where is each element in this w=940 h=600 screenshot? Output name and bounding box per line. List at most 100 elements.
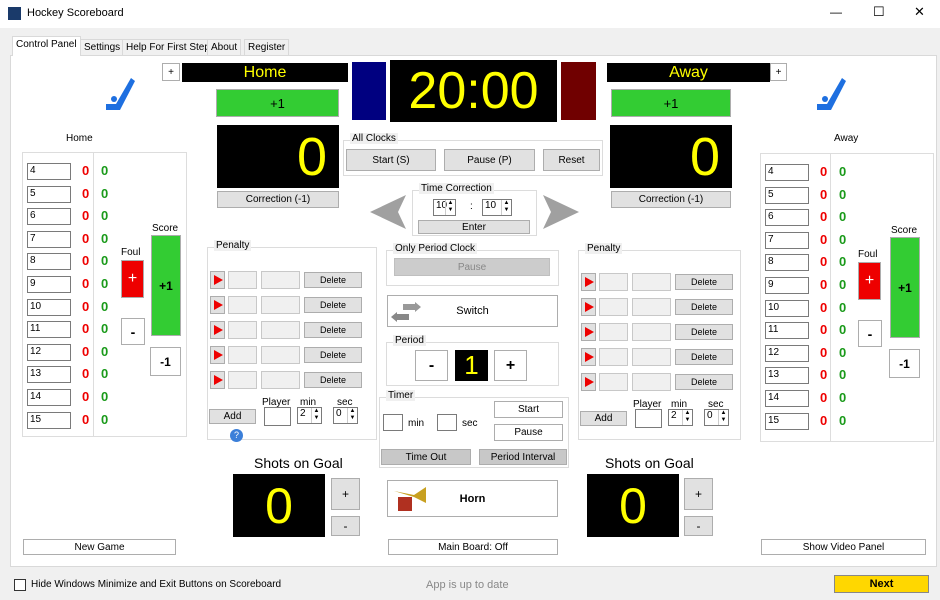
- timer-seconds-input[interactable]: [437, 414, 457, 431]
- away-player-goals: 0: [839, 390, 847, 405]
- away-correction-button[interactable]: Correction (-1): [611, 191, 731, 208]
- home-penalty-play-icon[interactable]: [210, 296, 225, 314]
- home-player-number-input[interactable]: 13: [27, 366, 71, 384]
- time-out-button[interactable]: Time Out: [381, 449, 471, 465]
- home-player-number-input[interactable]: 4: [27, 163, 71, 180]
- home-penalty-delete-button[interactable]: Delete: [304, 297, 362, 313]
- correction-minutes-spinner[interactable]: 10 ▲ ▼: [433, 199, 456, 216]
- enter-correction-button[interactable]: Enter: [418, 220, 530, 234]
- arrow-left-icon[interactable]: [370, 195, 406, 229]
- away-penalty-play-icon[interactable]: [581, 273, 596, 291]
- away-foul-plus-button[interactable]: +: [858, 262, 881, 300]
- home-player-number-input[interactable]: 6: [27, 208, 71, 226]
- help-icon[interactable]: ?: [230, 429, 243, 442]
- away-score-plus-button[interactable]: +1: [890, 237, 920, 338]
- away-player-number-input[interactable]: 11: [765, 322, 809, 340]
- home-shots-minus-button[interactable]: -: [331, 516, 360, 536]
- timer-start-button[interactable]: Start: [494, 401, 563, 418]
- horn-button[interactable]: Horn: [387, 480, 558, 517]
- home-foul-minus-button[interactable]: -: [121, 318, 145, 345]
- home-penalty-min-spinner[interactable]: 2 ▲ ▼: [297, 407, 322, 424]
- pause-clocks-button[interactable]: Pause (P): [444, 149, 535, 171]
- away-player-number-input[interactable]: 14: [765, 390, 809, 407]
- home-penalty-play-icon[interactable]: [210, 271, 225, 289]
- away-penalty-player-input[interactable]: [635, 409, 662, 428]
- away-player-number-input[interactable]: 12: [765, 344, 809, 362]
- away-penalty-delete-button[interactable]: Delete: [675, 299, 733, 315]
- home-player-fouls: 0: [82, 411, 90, 427]
- home-player-number-input[interactable]: 10: [27, 298, 71, 316]
- start-clocks-button[interactable]: Start (S): [346, 149, 436, 171]
- home-player-number-input[interactable]: 5: [27, 185, 71, 203]
- home-player-number-input[interactable]: 12: [27, 343, 71, 361]
- away-penalty-play-icon[interactable]: [581, 348, 596, 366]
- period-minus-button[interactable]: -: [415, 350, 448, 381]
- home-penalty-delete-button[interactable]: Delete: [304, 322, 362, 338]
- new-game-button[interactable]: New Game: [23, 539, 176, 555]
- main-board-button[interactable]: Main Board: Off: [388, 539, 558, 555]
- home-foul-plus-button[interactable]: +: [121, 260, 144, 298]
- next-button[interactable]: Next: [834, 575, 929, 593]
- home-shots-plus-button[interactable]: +: [331, 478, 360, 510]
- home-player-number-input[interactable]: 7: [27, 230, 71, 248]
- away-shots-minus-button[interactable]: -: [684, 516, 713, 536]
- away-player-number-input[interactable]: 15: [765, 412, 809, 430]
- home-name-plus-button[interactable]: +: [162, 63, 180, 81]
- home-penalty-delete-button[interactable]: Delete: [304, 272, 362, 288]
- home-player-number-input[interactable]: 11: [27, 321, 71, 339]
- away-penalty-add-button[interactable]: Add: [580, 411, 627, 426]
- switch-button[interactable]: Switch: [387, 295, 558, 327]
- arrow-right-icon[interactable]: [543, 195, 579, 229]
- away-penalty-play-icon[interactable]: [581, 373, 596, 391]
- away-hockey-stick-icon: [817, 78, 846, 110]
- away-penalty-delete-button[interactable]: Delete: [675, 374, 733, 390]
- period-clock-pause-button[interactable]: Pause: [394, 258, 550, 276]
- correction-seconds-spinner[interactable]: 10 ▲ ▼: [482, 199, 512, 216]
- away-player-number-input[interactable]: 5: [765, 186, 809, 204]
- home-correction-button[interactable]: Correction (-1): [217, 191, 339, 208]
- home-penalty-player-input[interactable]: [264, 407, 291, 426]
- away-player-number-input[interactable]: 4: [765, 164, 809, 181]
- away-penalty-min-spinner[interactable]: 2 ▲ ▼: [668, 409, 693, 426]
- away-score-minus-button[interactable]: -1: [889, 349, 920, 378]
- away-penalty-play-icon[interactable]: [581, 298, 596, 316]
- show-video-panel-button[interactable]: Show Video Panel: [761, 539, 926, 555]
- away-player-number-input[interactable]: 10: [765, 299, 809, 317]
- home-penalty-play-icon[interactable]: [210, 321, 225, 339]
- home-color-swatch[interactable]: [352, 62, 386, 120]
- hide-buttons-checkbox[interactable]: [14, 579, 26, 591]
- away-player-number-input[interactable]: 13: [765, 367, 809, 385]
- home-player-number-input[interactable]: 15: [27, 411, 71, 429]
- away-penalty-sec-spinner[interactable]: 0 ▲ ▼: [704, 409, 729, 426]
- away-player-number-input[interactable]: 9: [765, 277, 809, 294]
- away-goal-plus-button[interactable]: +1: [611, 89, 731, 117]
- home-goal-plus-button[interactable]: +1: [216, 89, 339, 117]
- away-shots-plus-button[interactable]: +: [684, 478, 713, 510]
- away-foul-minus-button[interactable]: -: [858, 320, 882, 347]
- away-penalty-play-icon[interactable]: [581, 323, 596, 341]
- home-player-number-input[interactable]: 9: [27, 276, 71, 293]
- away-penalty-delete-button[interactable]: Delete: [675, 349, 733, 365]
- home-penalty-sec-spinner[interactable]: 0 ▲ ▼: [333, 407, 358, 424]
- away-player-number-input[interactable]: 7: [765, 231, 809, 249]
- home-penalty-play-icon[interactable]: [210, 371, 225, 389]
- home-penalty-play-icon[interactable]: [210, 346, 225, 364]
- away-player-number-input[interactable]: 8: [765, 254, 809, 272]
- period-interval-button[interactable]: Period Interval: [479, 449, 567, 465]
- home-penalty-add-button[interactable]: Add: [209, 409, 256, 424]
- home-player-number-input[interactable]: 14: [27, 389, 71, 406]
- home-score-minus-button[interactable]: -1: [150, 347, 181, 376]
- timer-pause-button[interactable]: Pause: [494, 424, 563, 441]
- reset-clocks-button[interactable]: Reset: [543, 149, 600, 171]
- home-penalty-delete-button[interactable]: Delete: [304, 347, 362, 363]
- away-penalty-delete-button[interactable]: Delete: [675, 324, 733, 340]
- home-penalty-delete-button[interactable]: Delete: [304, 372, 362, 388]
- timer-minutes-input[interactable]: [383, 414, 403, 431]
- home-score-plus-button[interactable]: +1: [151, 235, 181, 336]
- away-color-swatch[interactable]: [561, 62, 596, 120]
- period-plus-button[interactable]: +: [494, 350, 527, 381]
- away-player-number-input[interactable]: 6: [765, 209, 809, 227]
- away-name-plus-button[interactable]: +: [770, 63, 787, 81]
- home-player-number-input[interactable]: 8: [27, 253, 71, 271]
- away-penalty-delete-button[interactable]: Delete: [675, 274, 733, 290]
